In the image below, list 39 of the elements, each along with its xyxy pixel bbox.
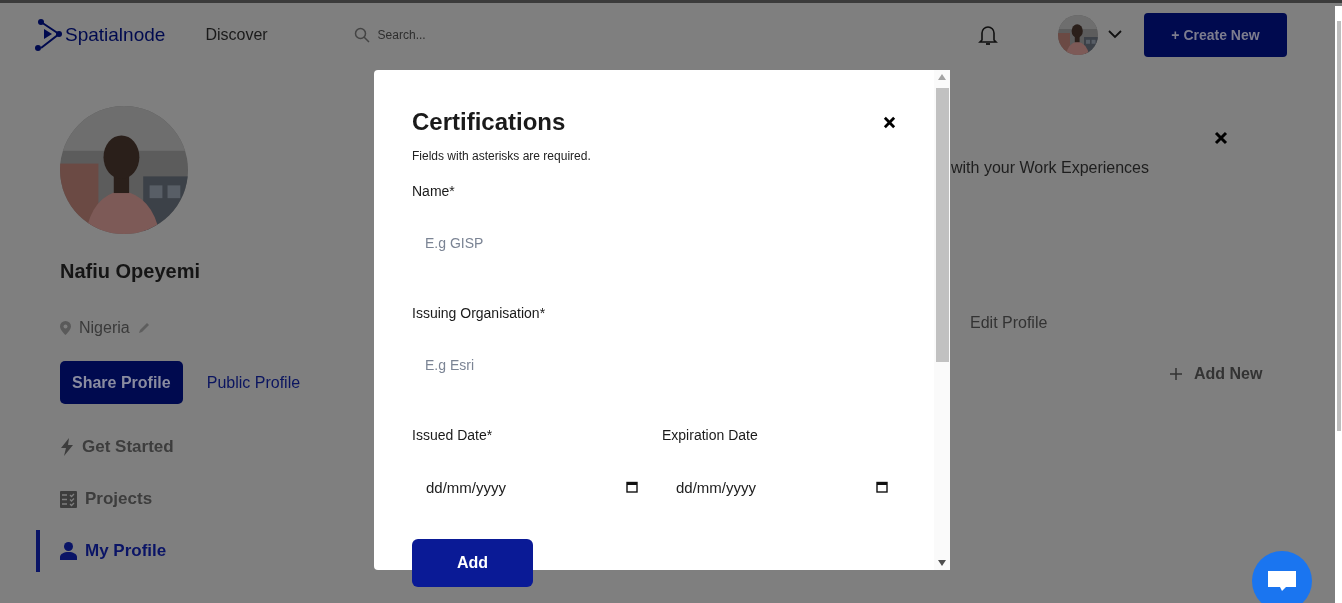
add-new-button[interactable]: Add New xyxy=(1164,364,1269,384)
logo-icon xyxy=(35,18,63,51)
field-label: Expiration Date xyxy=(662,426,759,445)
bell-icon[interactable] xyxy=(978,23,998,46)
field-label: Name* xyxy=(412,182,456,201)
scroll-down-icon[interactable] xyxy=(938,560,946,566)
public-profile-link[interactable]: Public Profile xyxy=(206,373,301,392)
close-icon[interactable] xyxy=(883,115,896,129)
search-field[interactable]: Search... xyxy=(375,26,576,43)
chat-button[interactable] xyxy=(1252,551,1312,603)
plus-icon xyxy=(1170,368,1182,380)
field-label: Issued Date* xyxy=(412,426,494,445)
lightning-icon xyxy=(60,438,74,456)
calendar-icon[interactable] xyxy=(876,481,888,493)
share-profile-button[interactable]: Share Profile xyxy=(60,361,183,404)
sidebar-item[interactable]: Projects xyxy=(85,489,153,509)
dialog-title: Certifications xyxy=(412,108,566,136)
scrollbar-thumb[interactable] xyxy=(935,88,949,362)
search-icon xyxy=(353,26,370,43)
chat-icon xyxy=(1267,569,1297,593)
calendar-icon[interactable] xyxy=(626,481,638,493)
create-new-button[interactable]: + Create New xyxy=(1144,12,1287,57)
date-field[interactable]: dd/mm/yyyy xyxy=(412,457,646,517)
profile-name: Nafiu Opeyemi xyxy=(60,260,202,283)
add-button[interactable]: Add xyxy=(412,539,533,587)
date-field[interactable]: dd/mm/yyyy xyxy=(662,457,896,517)
edit-profile-link[interactable]: Edit Profile xyxy=(970,314,1048,332)
logo-text[interactable]: Spatialnode xyxy=(65,23,166,46)
checklist-icon xyxy=(60,490,77,508)
field-label: Issuing Organisation* xyxy=(412,304,547,323)
sidebar-item[interactable]: My Profile xyxy=(85,541,167,561)
location-pin-icon xyxy=(60,321,71,335)
location-text: Nigeria xyxy=(79,319,130,337)
required-note: Fields with asterisks are required. xyxy=(412,149,592,163)
nav-link[interactable]: Discover xyxy=(205,25,268,44)
sidebar-item[interactable]: Get Started xyxy=(82,437,174,457)
person-icon xyxy=(60,542,77,560)
chevron-down-icon[interactable] xyxy=(1108,30,1122,39)
panel-text: with your Work Experiences xyxy=(951,159,1150,177)
